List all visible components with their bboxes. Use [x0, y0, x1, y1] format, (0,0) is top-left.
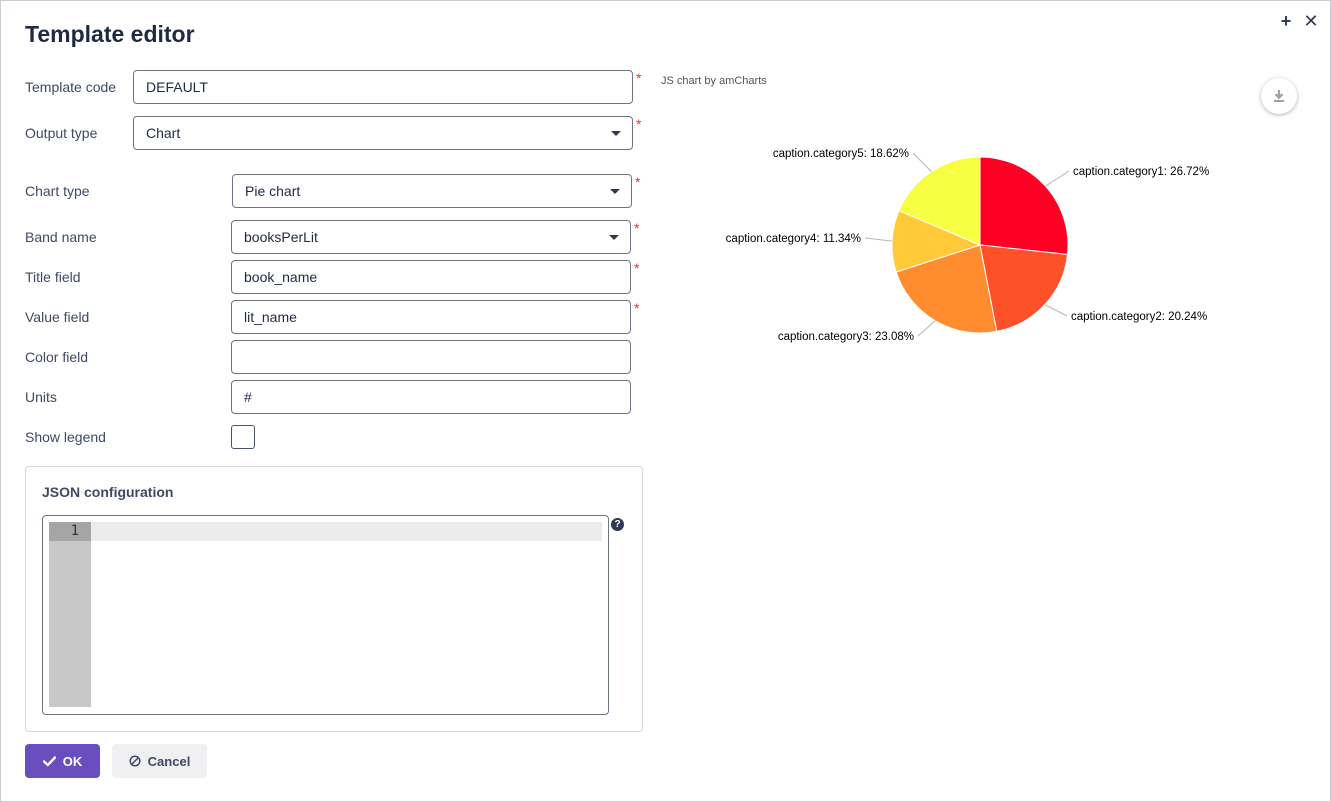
output-type-value: Chart	[146, 125, 181, 141]
pie-label-line-4	[864, 237, 893, 242]
pie-label-line-3	[917, 320, 936, 337]
json-configuration-group: JSON configuration 1	[25, 466, 643, 732]
required-mark: *	[636, 70, 642, 86]
required-mark: *	[634, 260, 640, 276]
title-field-label: Title field	[25, 269, 81, 285]
cancel-button[interactable]: Cancel	[112, 744, 207, 778]
editor-gutter	[49, 522, 91, 707]
json-configuration-title: JSON configuration	[42, 484, 174, 500]
units-input[interactable]: #	[231, 380, 631, 414]
download-icon[interactable]	[1261, 78, 1297, 114]
pie-label-line-5	[912, 152, 932, 172]
title-field-input[interactable]: book_name	[231, 260, 631, 294]
line-number: 1	[49, 522, 91, 541]
pie-label-5: caption.category5: 18.62%	[773, 148, 909, 160]
value-field-label: Value field	[25, 309, 90, 325]
show-legend-label: Show legend	[25, 429, 106, 445]
pie-label-line-2	[1044, 304, 1068, 317]
amcharts-credit[interactable]: JS chart by amCharts	[661, 75, 767, 87]
plus-icon[interactable]: +	[1277, 11, 1295, 31]
ok-button-label: OK	[62, 753, 83, 769]
active-line	[91, 522, 602, 541]
required-mark: *	[635, 174, 641, 190]
question-icon[interactable]: ?	[611, 518, 624, 531]
close-icon[interactable]: ✕	[1302, 11, 1320, 31]
show-legend-checkbox[interactable]	[231, 425, 255, 449]
band-name-value: booksPerLit	[244, 229, 318, 245]
template-code-label: Template code	[25, 79, 117, 95]
band-name-label: Band name	[25, 229, 97, 245]
value-field-input[interactable]: lit_name	[231, 300, 631, 334]
units-label: Units	[25, 389, 57, 405]
chart-type-select[interactable]: Pie chart	[232, 174, 632, 208]
required-mark: *	[634, 300, 640, 316]
dialog-title: Template editor	[25, 21, 195, 47]
pie-label-3: caption.category3: 23.08%	[778, 331, 914, 343]
chart-type-label: Chart type	[25, 183, 90, 199]
output-type-label: Output type	[25, 125, 98, 141]
pie-chart: caption.category1: 26.72% caption.categor…	[726, 148, 1210, 343]
cancel-button-label: Cancel	[147, 753, 191, 769]
ban-icon	[129, 755, 141, 767]
required-mark: *	[636, 116, 642, 132]
template-code-input[interactable]: DEFAULT	[133, 70, 633, 104]
check-icon	[42, 755, 56, 766]
template-editor-dialog: + ✕ Template editor Template code DEFAUL…	[0, 0, 1331, 802]
color-field-label: Color field	[25, 349, 89, 365]
pie-label-1: caption.category1: 26.72%	[1073, 166, 1209, 178]
ok-button[interactable]: OK	[25, 744, 100, 778]
band-name-select[interactable]: booksPerLit	[231, 220, 631, 254]
required-mark: *	[634, 220, 640, 236]
output-type-select[interactable]: Chart	[133, 116, 633, 150]
pie-slice-1[interactable]	[979, 156, 1069, 256]
pie-label-2: caption.category2: 20.24%	[1071, 311, 1207, 323]
pie-label-4: caption.category4: 11.34%	[726, 233, 861, 245]
json-code-editor[interactable]: 1	[42, 515, 609, 715]
chart-type-value: Pie chart	[245, 183, 301, 199]
pie-label-line-1	[1045, 170, 1070, 187]
color-field-input[interactable]	[231, 340, 631, 374]
